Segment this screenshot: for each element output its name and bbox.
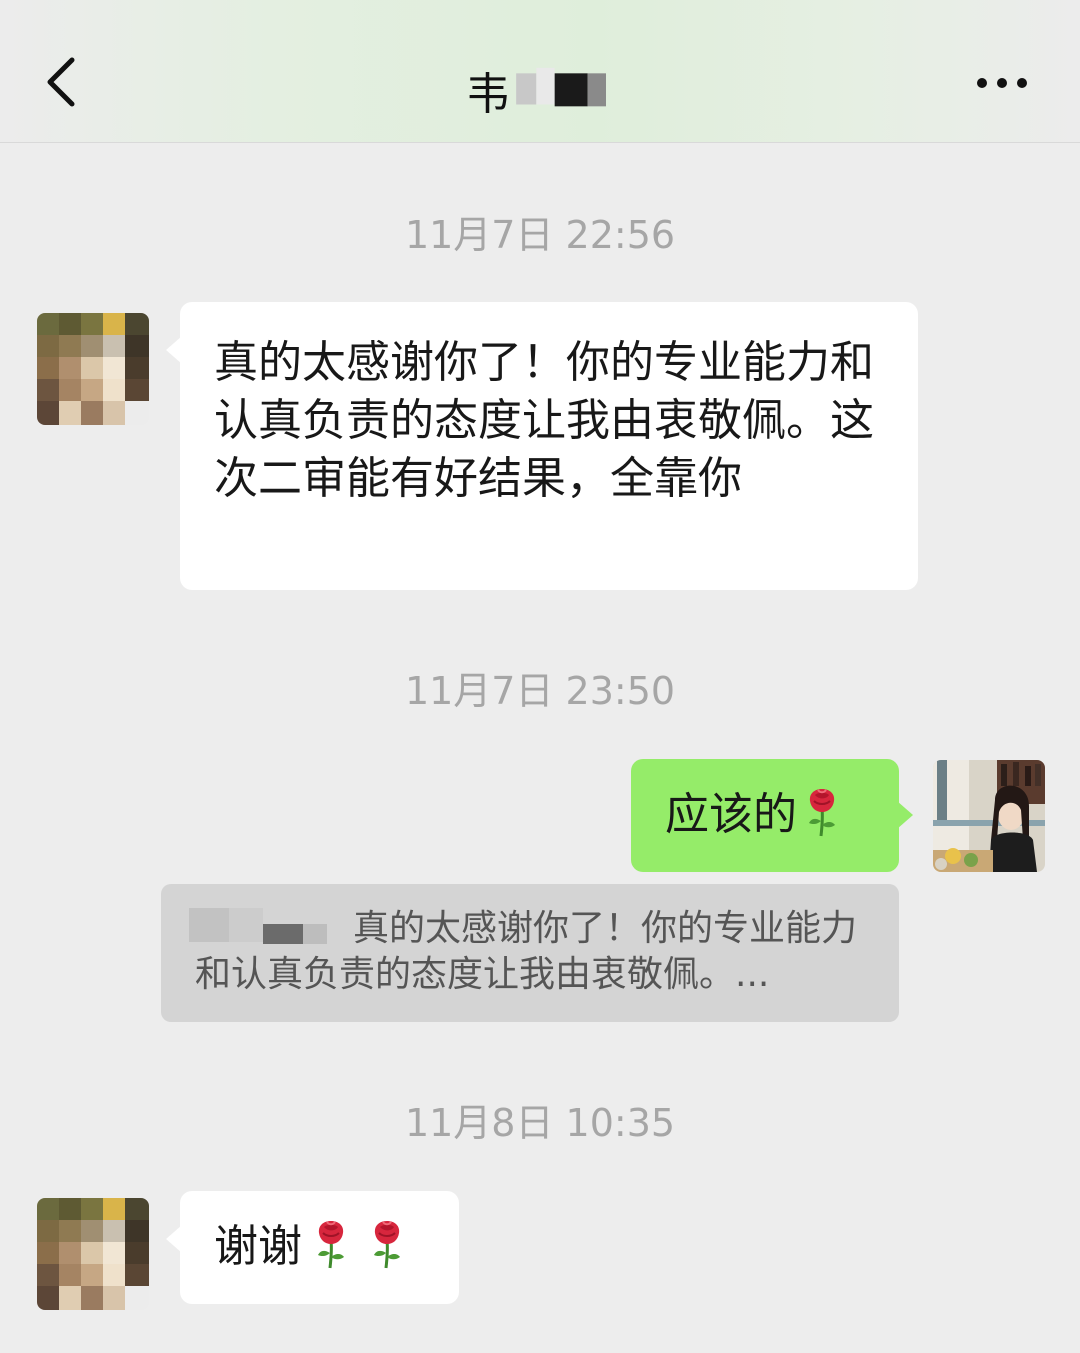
contact-avatar[interactable] xyxy=(37,313,149,425)
message-text: 应该的 xyxy=(665,789,797,840)
contact-avatar[interactable] xyxy=(37,1198,149,1310)
message-text: 谢谢 xyxy=(214,1221,302,1272)
more-options-button[interactable] xyxy=(970,66,1034,100)
incoming-message-bubble[interactable]: 真的太感谢你了！你的专业能力和认真负责的态度让我由衷敬佩。这次二审能有好结果，全… xyxy=(166,302,918,590)
message-timestamp: 11月7日 23:50 xyxy=(404,669,676,713)
rose-icon xyxy=(312,1219,350,1269)
chevron-left-icon xyxy=(47,57,75,107)
chat-title: 韦 xyxy=(466,69,510,120)
chat-header: 韦 xyxy=(0,0,1080,143)
message-timestamp: 11月8日 10:35 xyxy=(404,1101,676,1145)
message-timestamp: 11月7日 22:56 xyxy=(404,213,676,257)
back-button[interactable] xyxy=(34,50,94,114)
incoming-message-bubble[interactable]: 谢谢 xyxy=(166,1191,459,1304)
rose-icon xyxy=(803,787,841,837)
quoted-message-block[interactable]: 真的太感谢你了！你的专业能力和认真负责的态度让我由衷敬佩。... xyxy=(161,884,899,1022)
more-dots-icon xyxy=(977,78,1027,88)
pixelated-avatar-image xyxy=(37,1198,149,1310)
message-text: 真的太感谢你了！你的专业能力和认真负责的态度让我由衷敬佩。这次二审能有好结果，全… xyxy=(214,337,874,504)
outgoing-message-bubble[interactable]: 应该的 xyxy=(631,759,913,872)
my-avatar[interactable] xyxy=(933,760,1045,872)
rose-icon xyxy=(368,1219,406,1269)
pixelated-avatar-image xyxy=(37,313,149,425)
pixelated-name-mask xyxy=(516,67,606,107)
avatar-photo xyxy=(933,760,1045,872)
pixelated-sender-mask xyxy=(189,908,327,944)
